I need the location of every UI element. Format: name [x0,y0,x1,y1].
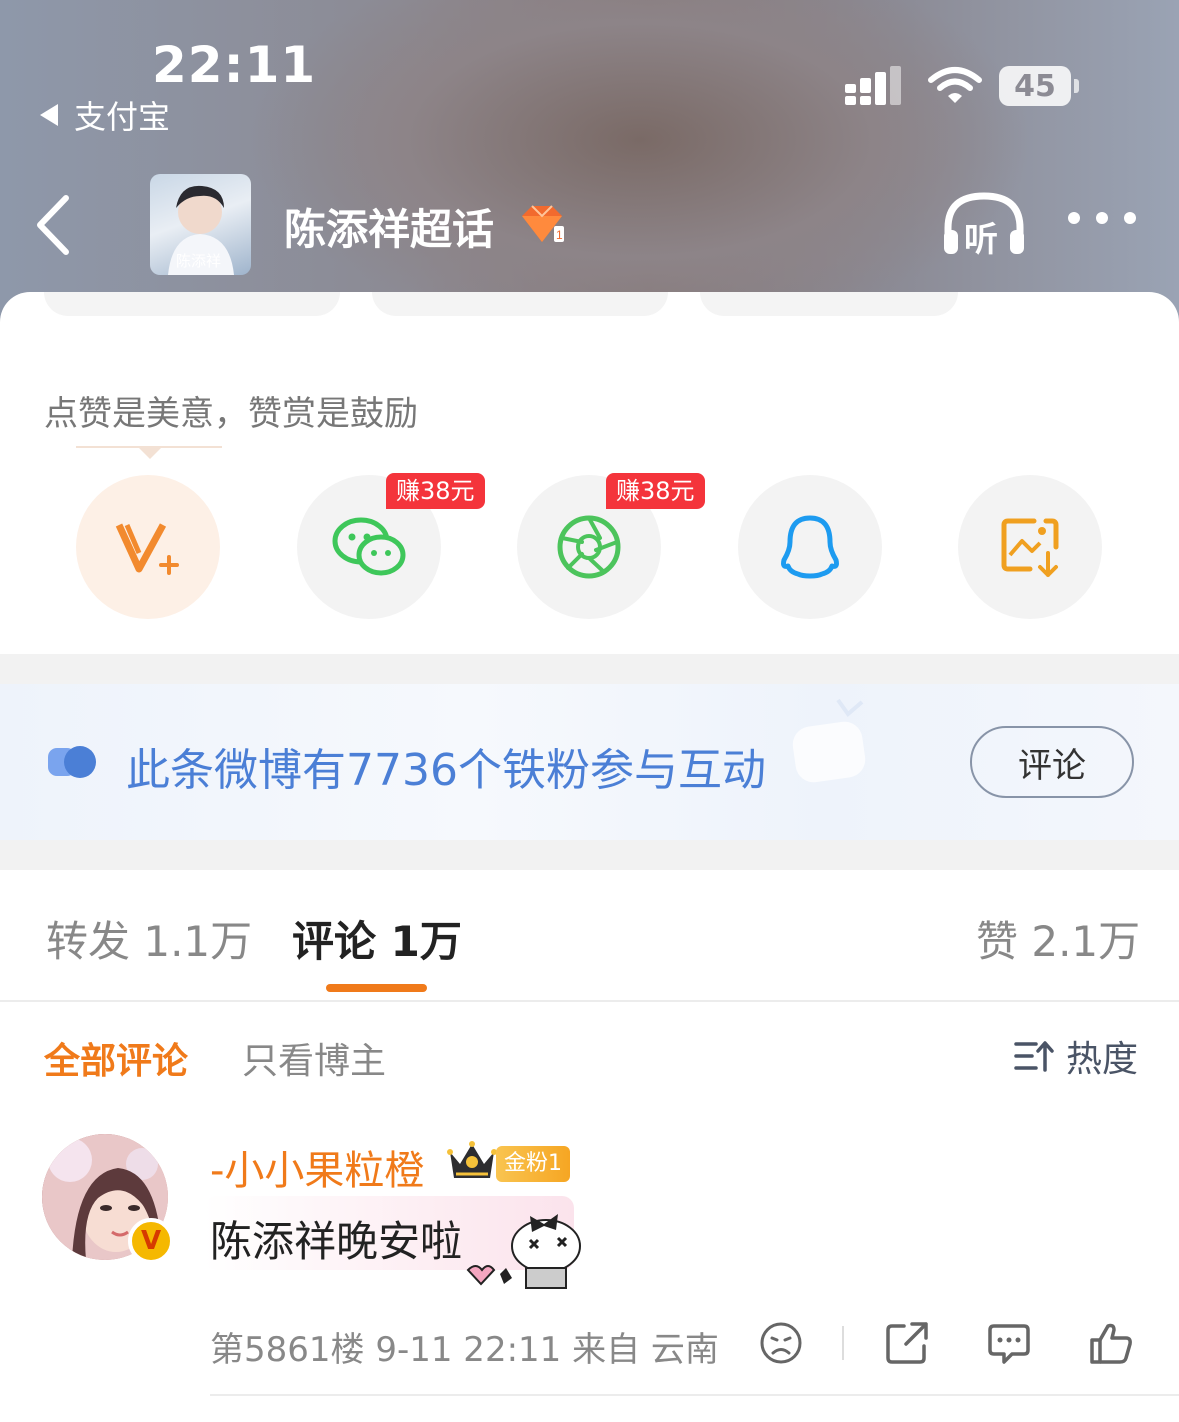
like-thumb-icon[interactable] [1088,1320,1134,1366]
section-gap [0,654,1179,684]
active-tab-indicator [326,984,427,992]
filter-owner-only[interactable]: 只看博主 [242,1032,386,1084]
v-plus-icon [115,523,179,575]
wifi-icon [928,67,982,103]
back-to-app-link[interactable]: 支付宝 [38,92,170,138]
v-plus-share-button[interactable] [76,475,220,619]
comment-meta: 第5861楼 9-11 22:11 来自 云南 [210,1330,719,1370]
dot-icon [1096,212,1108,224]
tab-comment[interactable]: 评论 1万 [292,908,462,969]
qq-penguin-icon [781,515,839,579]
partial-tab-pill [700,292,958,316]
reply-comment-icon[interactable] [986,1320,1032,1366]
dot-icon [1068,212,1080,224]
filter-all-comments[interactable]: 全部评论 [44,1032,188,1084]
share-tip: 点赞是美意，赞赏是鼓励 [44,394,418,434]
tab-like[interactable]: 赞 2.1万 [976,908,1140,969]
dislike-face-icon[interactable] [758,1320,804,1366]
sort-button[interactable]: 热度 [1014,1030,1138,1082]
comment-button[interactable]: 评论 [970,726,1134,798]
qq-share-button[interactable] [738,475,882,619]
earn-badge: 赚38元 [386,473,485,509]
page-title[interactable]: 陈添祥超话 [284,196,494,257]
back-app-label: 支付宝 [74,98,171,136]
topic-avatar[interactable]: 陈添祥 [150,174,251,275]
battery-cap [1074,79,1079,93]
section-gap [0,840,1179,870]
status-icons: 45 [845,66,1079,106]
moments-aperture-icon [557,515,621,579]
wechat-icon [332,517,406,576]
svg-text:1: 1 [556,228,563,242]
action-separator [842,1326,844,1360]
battery-indicator: 45 [999,66,1071,106]
partial-tab-pill [372,292,668,316]
fans-banner-text: 此条微博有7736个铁粉参与互动 [126,745,766,796]
topic-avatar-caption: 陈添祥 [176,252,222,270]
listen-label: 听 [964,220,998,260]
comment-divider [210,1394,1179,1396]
verified-badge-icon: V [128,1218,174,1264]
back-triangle-icon [40,104,58,126]
save-image-icon [1001,518,1059,577]
decorative-sticker-icon [466,1214,581,1289]
fans-badge-icon [48,746,96,778]
more-menu-button[interactable] [1068,212,1136,224]
commenter-username[interactable]: -小小果粒橙 [210,1138,424,1196]
sort-icon [1014,1041,1054,1072]
earn-badge: 赚38元 [606,473,705,509]
back-arrow-icon[interactable] [28,190,88,260]
sort-label: 热度 [1066,1039,1139,1080]
partial-tab-pill [44,292,340,316]
gold-fan-badge: 金粉1 [496,1146,570,1182]
listen-button[interactable]: 听 [940,190,1028,260]
crown-icon [447,1141,497,1178]
save-image-button[interactable] [958,475,1102,619]
dot-icon [1124,212,1136,224]
comment-text: 陈添祥晚安啦 [210,1217,463,1266]
signal-icon [845,66,901,105]
diamond-badge-icon: 1 [522,205,564,242]
decorative-cloud-icon [792,698,866,783]
share-icon[interactable] [884,1320,930,1366]
tab-repost[interactable]: 转发 1.1万 [46,908,252,969]
tip-arrow [138,447,162,459]
status-time: 22:11 [152,36,317,94]
tab-divider [0,1000,1179,1002]
